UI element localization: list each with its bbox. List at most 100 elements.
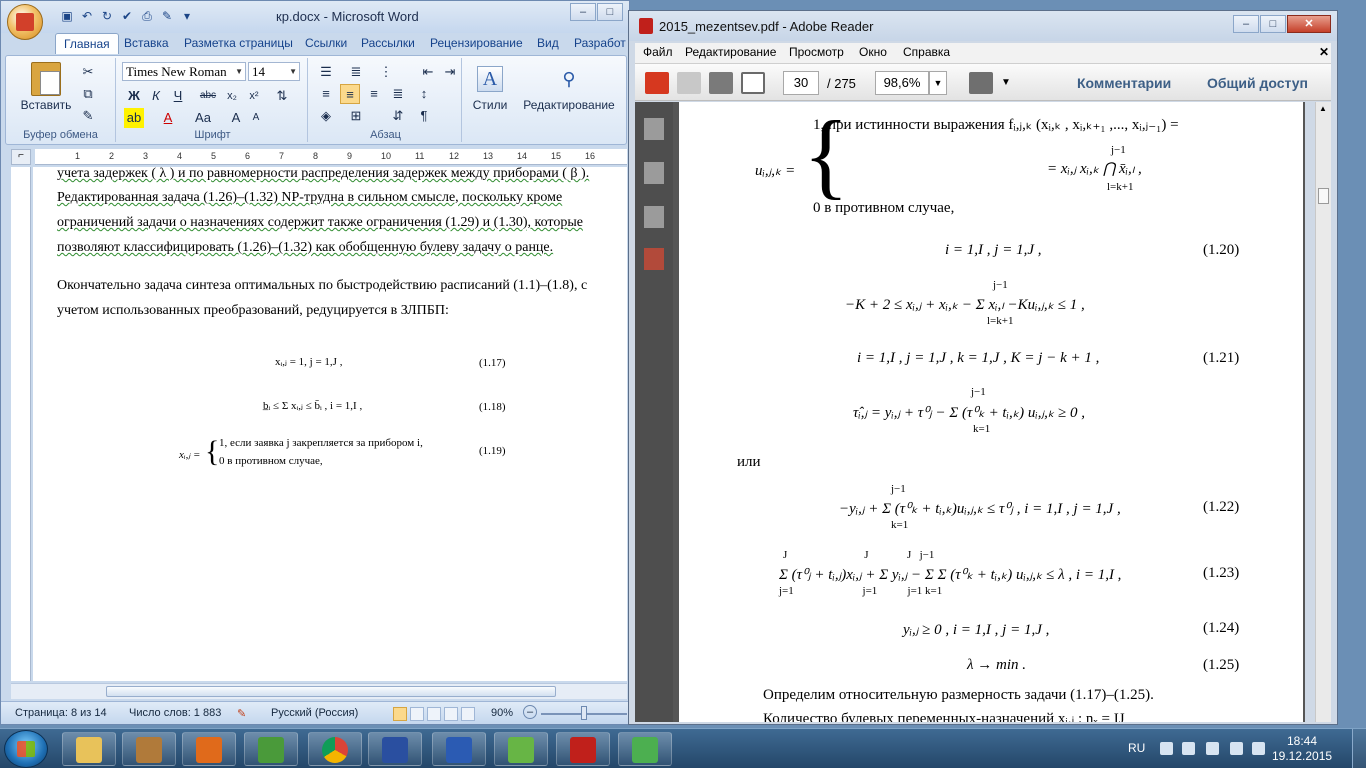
redo-icon[interactable]: ↻	[99, 8, 115, 24]
shrink-font-button[interactable]: A	[246, 108, 266, 128]
cut-icon[interactable]: ✂	[78, 62, 98, 82]
network-icon[interactable]	[1230, 742, 1243, 755]
create-pdf-icon[interactable]	[645, 72, 669, 94]
font-size-select[interactable]: 14 ▼	[248, 62, 300, 81]
italic-button[interactable]: К	[146, 86, 166, 106]
change-case-icon[interactable]: ⇅	[272, 86, 292, 106]
decrease-indent-icon[interactable]: ⇤	[418, 62, 438, 82]
close-button[interactable]: ✕	[1287, 15, 1331, 33]
share-link[interactable]: Общий доступ	[1207, 75, 1308, 91]
show-marks-icon[interactable]: ¶	[414, 106, 434, 126]
print-layout-icon[interactable]	[393, 707, 407, 721]
bold-button[interactable]: Ж	[124, 86, 144, 106]
zoom-dropdown-icon[interactable]: ▼	[929, 71, 947, 95]
scroll-thumb[interactable]	[106, 686, 556, 697]
save-icon[interactable]: ▣	[59, 8, 75, 24]
document-page[interactable]: учета задержек ( λ ) и по равномерности …	[33, 167, 627, 681]
page-thumbnails-icon[interactable]	[644, 118, 664, 140]
justify-icon[interactable]: ≣	[388, 84, 408, 104]
shading-icon[interactable]: ◈	[316, 106, 336, 126]
spellcheck-icon[interactable]: ✔	[119, 8, 135, 24]
styles-button[interactable]: A Стили	[470, 66, 510, 112]
zoom-input[interactable]: 98,6%	[875, 71, 929, 95]
superscript-button[interactable]: x²	[244, 86, 264, 106]
tab-page-layout[interactable]: Разметка страницы	[184, 36, 293, 50]
comments-link[interactable]: Комментарии	[1077, 75, 1171, 91]
bullets-icon[interactable]: ☰	[316, 62, 336, 82]
tab-review[interactable]: Рецензирование	[430, 36, 523, 50]
menu-edit[interactable]: Редактирование	[685, 45, 776, 59]
word-count[interactable]: Число слов: 1 883	[129, 707, 221, 719]
format-painter-icon[interactable]: ✎	[159, 8, 175, 24]
taskbar-explorer[interactable]	[62, 732, 116, 766]
zoom-level[interactable]: 90%	[491, 707, 513, 719]
web-layout-icon[interactable]	[427, 707, 441, 721]
show-desktop-button[interactable]	[1352, 729, 1366, 768]
minimize-button[interactable]: –	[1233, 15, 1259, 33]
align-right-icon[interactable]: ≡	[364, 84, 384, 104]
tab-mailings[interactable]: Рассылки	[361, 36, 415, 50]
signatures-icon[interactable]	[644, 248, 664, 270]
toolbar-more-icon[interactable]: ▼	[1001, 77, 1011, 88]
underline-button[interactable]: Ч	[168, 86, 188, 106]
tab-view[interactable]: Вид	[537, 36, 559, 50]
align-center-icon[interactable]: ≡	[340, 84, 360, 104]
copy-icon[interactable]: ⧉	[78, 84, 98, 104]
print-icon[interactable]	[709, 72, 733, 94]
font-name-select[interactable]: Times New Roman ▼	[122, 62, 246, 81]
tab-home[interactable]: Главная	[55, 33, 119, 54]
minimize-button[interactable]: –	[570, 3, 596, 21]
menu-window[interactable]: Окно	[859, 45, 887, 59]
email-icon[interactable]	[741, 72, 765, 94]
menu-file[interactable]: Файл	[643, 45, 673, 59]
tab-insert[interactable]: Вставка	[124, 36, 169, 50]
bookmarks-icon[interactable]	[644, 162, 664, 184]
draft-icon[interactable]	[461, 707, 475, 721]
borders-icon[interactable]: ⊞	[346, 106, 366, 126]
print-icon[interactable]: ⎙	[139, 8, 155, 24]
grow-font-button[interactable]: A	[226, 108, 246, 128]
flag-icon[interactable]	[1252, 742, 1265, 755]
taskbar-chrome[interactable]	[308, 732, 362, 766]
taskbar-adobe-reader[interactable]	[556, 732, 610, 766]
tab-selector[interactable]: ⌐	[11, 149, 31, 165]
taskbar-app-4[interactable]	[244, 732, 298, 766]
scroll-up-icon[interactable]: ▲	[1319, 104, 1327, 113]
line-spacing-icon[interactable]: ↕	[414, 84, 434, 104]
editing-button[interactable]: ⚲ Редактирование	[514, 66, 624, 112]
save-icon[interactable]	[677, 72, 701, 94]
multilevel-list-icon[interactable]: ⋮	[376, 62, 396, 82]
full-screen-icon[interactable]	[410, 707, 424, 721]
volume-icon[interactable]	[1206, 742, 1219, 755]
maximize-button[interactable]: □	[597, 3, 623, 21]
taskbar-save[interactable]	[368, 732, 422, 766]
vertical-ruler[interactable]	[11, 167, 31, 681]
taskbar-app-2[interactable]	[122, 732, 176, 766]
numbering-icon[interactable]: ≣	[346, 62, 366, 82]
tab-references[interactable]: Ссылки	[305, 36, 347, 50]
taskbar-media-player[interactable]	[182, 732, 236, 766]
sort-icon[interactable]: ⇵	[388, 106, 408, 126]
pdf-page[interactable]: uᵢ,ⱼ,ₖ = { 1, при истинности выражения f…	[679, 102, 1303, 722]
page-count[interactable]: Страница: 8 из 14	[15, 707, 107, 719]
office-button[interactable]	[7, 4, 43, 40]
zoom-slider-thumb[interactable]	[581, 706, 587, 720]
format-painter-icon[interactable]: ✎	[78, 106, 98, 126]
subscript-button[interactable]: x₂	[222, 86, 242, 106]
fit-page-icon[interactable]	[969, 72, 993, 94]
start-button[interactable]	[4, 730, 48, 768]
taskbar-app-8[interactable]	[494, 732, 548, 766]
menu-view[interactable]: Просмотр	[789, 45, 844, 59]
tab-developer[interactable]: Разработ	[574, 36, 626, 50]
horizontal-scrollbar[interactable]	[11, 683, 627, 699]
proofing-icon[interactable]: ✎	[237, 707, 246, 720]
zoom-out-button[interactable]: –	[523, 705, 537, 719]
attachments-icon[interactable]	[644, 206, 664, 228]
language[interactable]: Русский (Россия)	[271, 707, 358, 719]
undo-icon[interactable]: ↶	[79, 8, 95, 24]
font-color-button[interactable]: A	[158, 108, 178, 128]
maximize-button[interactable]: □	[1260, 15, 1286, 33]
close-document-icon[interactable]: ✕	[1319, 45, 1329, 59]
editing-group[interactable]: ⚲ Редактирование	[514, 58, 624, 142]
increase-indent-icon[interactable]: ⇥	[440, 62, 460, 82]
